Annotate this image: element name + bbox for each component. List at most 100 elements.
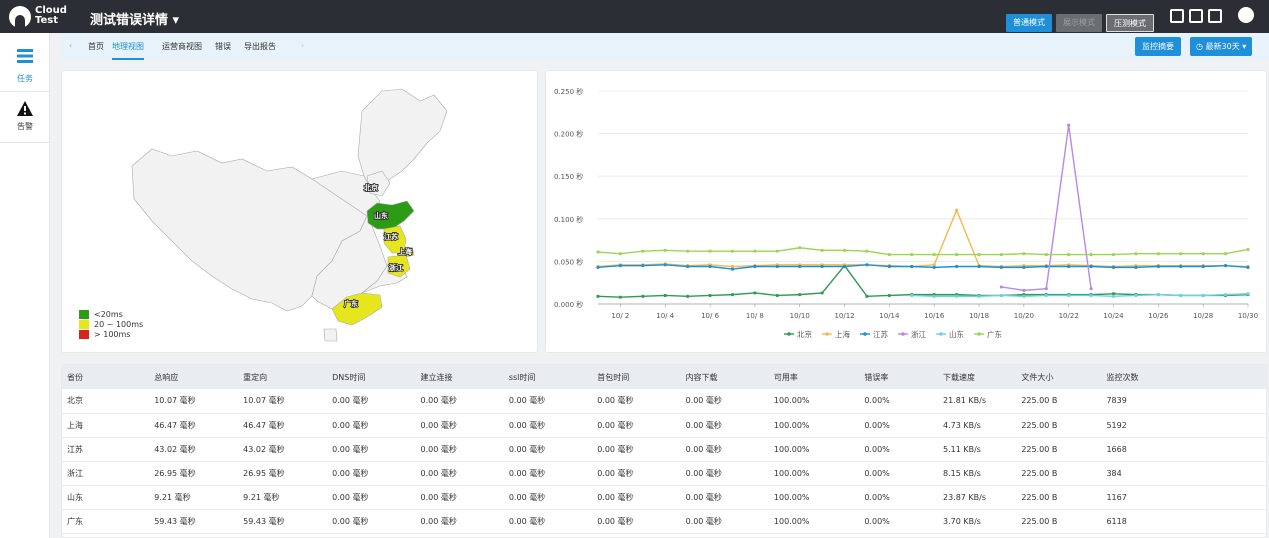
series-point[interactable] bbox=[1022, 294, 1026, 298]
series-point[interactable] bbox=[1201, 264, 1205, 269]
series-point[interactable] bbox=[596, 250, 600, 254]
tab-isp-view[interactable]: 运营商视图 bbox=[162, 41, 202, 60]
report-icon[interactable] bbox=[1170, 9, 1184, 23]
series-point[interactable] bbox=[1179, 293, 1183, 298]
table-row[interactable]: 广东 59.43 毫秒 59.43 毫秒 0.00 毫秒 0.00 毫秒 0.00 毫秒 0… bbox=[62, 509, 1268, 534]
legend-label[interactable]: 山东 bbox=[949, 329, 964, 339]
series-point[interactable] bbox=[753, 291, 757, 295]
series-point[interactable] bbox=[865, 249, 869, 253]
series-point[interactable] bbox=[1044, 293, 1048, 298]
series-point[interactable] bbox=[1201, 293, 1205, 298]
nav-forward-icon[interactable]: › bbox=[301, 41, 304, 60]
series-point[interactable] bbox=[1223, 252, 1228, 256]
series-point[interactable] bbox=[1022, 252, 1026, 256]
series-point[interactable] bbox=[865, 294, 869, 298]
series-point[interactable] bbox=[1156, 293, 1160, 297]
series-point[interactable] bbox=[820, 264, 824, 269]
series-point[interactable] bbox=[955, 294, 959, 298]
series-point[interactable] bbox=[1044, 287, 1048, 291]
series-point[interactable] bbox=[708, 293, 712, 298]
series-point[interactable] bbox=[798, 246, 802, 250]
series-point[interactable] bbox=[842, 264, 847, 269]
column-header[interactable]: 内容下载 bbox=[680, 365, 769, 389]
column-header[interactable]: 监控次数 bbox=[1101, 365, 1268, 389]
series-point[interactable] bbox=[955, 264, 959, 269]
series-point[interactable] bbox=[775, 293, 779, 298]
series-point[interactable] bbox=[1067, 123, 1071, 127]
legend-label[interactable]: 上海 bbox=[835, 329, 850, 339]
table-row[interactable]: 江苏 43.02 毫秒 43.02 毫秒 0.00 毫秒 0.00 毫秒 0.00 毫秒 0… bbox=[62, 437, 1268, 462]
series-point[interactable] bbox=[1156, 252, 1160, 256]
nav-back-icon[interactable]: ‹ bbox=[69, 41, 72, 60]
table-row[interactable]: 北京 10.07 毫秒 10.07 毫秒 0.00 毫秒 0.00 毫秒 0.00 毫秒 0… bbox=[62, 389, 1268, 414]
series-point[interactable] bbox=[1044, 264, 1048, 269]
series-point[interactable] bbox=[1134, 265, 1138, 269]
table-row[interactable]: 浙江 26.95 毫秒 26.95 毫秒 0.00 毫秒 0.00 毫秒 0.00 毫秒 0… bbox=[62, 461, 1268, 486]
series-point[interactable] bbox=[1022, 265, 1026, 269]
series-point[interactable] bbox=[977, 294, 981, 298]
series-point[interactable] bbox=[775, 264, 779, 269]
series-point[interactable] bbox=[1246, 247, 1250, 252]
series-point[interactable] bbox=[1089, 293, 1093, 298]
series-point[interactable] bbox=[887, 252, 891, 257]
series-point[interactable] bbox=[955, 208, 959, 212]
series-point[interactable] bbox=[910, 264, 914, 269]
series-point[interactable] bbox=[730, 267, 735, 271]
series-point[interactable] bbox=[1067, 252, 1071, 257]
series-point[interactable] bbox=[977, 264, 981, 269]
series-point[interactable] bbox=[1111, 294, 1116, 298]
mode-display-button[interactable]: 展示模式 bbox=[1056, 14, 1102, 32]
time-range-dropdown[interactable]: ◷ 最新30天 ▾ bbox=[1190, 37, 1253, 56]
series-point[interactable] bbox=[618, 264, 623, 268]
series-point[interactable] bbox=[820, 248, 824, 252]
series-point[interactable] bbox=[910, 293, 914, 298]
user-avatar-icon[interactable] bbox=[1238, 7, 1254, 23]
series-point[interactable] bbox=[596, 294, 600, 298]
series-point[interactable] bbox=[663, 248, 667, 252]
series-point[interactable] bbox=[1111, 265, 1116, 269]
series-point[interactable] bbox=[820, 291, 824, 295]
series-point[interactable] bbox=[663, 263, 667, 267]
series-point[interactable] bbox=[1067, 293, 1071, 298]
column-header[interactable]: 首包时间 bbox=[592, 365, 681, 389]
series-point[interactable] bbox=[1044, 252, 1048, 257]
series-point[interactable] bbox=[1246, 292, 1250, 296]
series-point[interactable] bbox=[798, 264, 802, 269]
column-header[interactable]: 总响应 bbox=[149, 365, 239, 389]
series-point[interactable] bbox=[865, 263, 869, 267]
column-header[interactable]: 重定向 bbox=[238, 365, 328, 389]
series-point[interactable] bbox=[887, 264, 891, 269]
series-point[interactable] bbox=[1089, 287, 1093, 291]
series-point[interactable] bbox=[641, 249, 645, 253]
series-point[interactable] bbox=[977, 252, 981, 257]
series-point[interactable] bbox=[686, 249, 690, 253]
series-point[interactable] bbox=[842, 248, 847, 252]
series-point[interactable] bbox=[1223, 293, 1228, 297]
series-point[interactable] bbox=[932, 294, 936, 298]
download-icon[interactable] bbox=[1208, 9, 1222, 23]
series-point[interactable] bbox=[1201, 252, 1205, 256]
table-row[interactable]: 山东 9.21 毫秒 9.21 毫秒 0.00 毫秒 0.00 毫秒 0.00 毫秒 0.0… bbox=[62, 485, 1268, 510]
series-point[interactable] bbox=[1089, 252, 1093, 257]
series-point[interactable] bbox=[753, 264, 757, 269]
legend-label[interactable]: 江苏 bbox=[873, 329, 888, 339]
tab-export-report[interactable]: 导出报告 bbox=[244, 41, 276, 60]
series-point[interactable] bbox=[932, 252, 936, 257]
series-point[interactable] bbox=[708, 249, 712, 253]
series-point[interactable] bbox=[730, 293, 735, 297]
tab-errors[interactable]: 错误 bbox=[215, 41, 231, 60]
page-title[interactable]: 测试错误详情 ▾ bbox=[90, 9, 179, 28]
column-header[interactable]: 建立连接 bbox=[415, 365, 504, 389]
series-point[interactable] bbox=[1111, 252, 1116, 257]
series-point[interactable] bbox=[1134, 252, 1138, 256]
series-point[interactable] bbox=[887, 293, 891, 298]
series-point[interactable] bbox=[618, 252, 623, 256]
sidebar-item-tasks[interactable]: 任务 bbox=[0, 41, 50, 93]
column-header[interactable]: 文件大小 bbox=[1016, 365, 1102, 389]
series-point[interactable] bbox=[1022, 288, 1026, 292]
series-point[interactable] bbox=[910, 252, 914, 257]
series-point[interactable] bbox=[641, 294, 645, 298]
series-point[interactable] bbox=[1179, 264, 1183, 269]
series-point[interactable] bbox=[999, 265, 1004, 269]
legend-label[interactable]: 广东 bbox=[987, 329, 1002, 339]
